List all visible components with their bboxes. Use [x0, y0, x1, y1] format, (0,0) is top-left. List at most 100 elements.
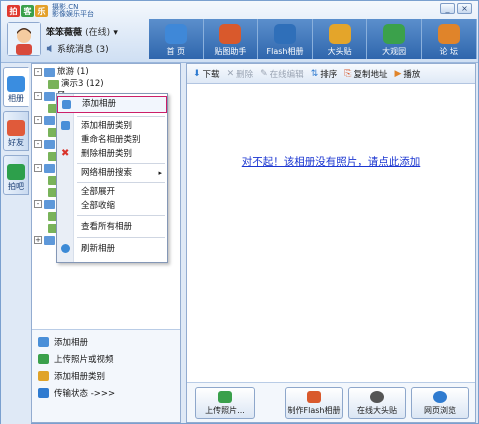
expand-toggle-icon[interactable]: -: [34, 140, 42, 148]
sort-button[interactable]: ⇅ 排序: [311, 68, 338, 80]
folder-icon: [44, 235, 55, 245]
empty-album-link[interactable]: 对不起！该相册没有照片，请点此添加: [187, 154, 475, 169]
nav-forum[interactable]: 论 坛: [421, 19, 477, 59]
download-label: 下载: [202, 69, 220, 80]
flash-icon: [307, 391, 321, 403]
garden-icon: [383, 24, 406, 44]
nav-home-label: 首 页: [166, 47, 186, 56]
copy-address-label: 复制地址: [353, 69, 388, 80]
refresh-icon: [61, 244, 70, 253]
expand-toggle-icon[interactable]: -: [34, 92, 42, 100]
add-album-icon: [62, 100, 71, 109]
menu-add-album-label: 添加相册: [82, 99, 117, 109]
tree-item-label: 旅游 (1): [57, 67, 89, 77]
menu-separator: [77, 182, 165, 183]
x-icon: ✖: [61, 148, 70, 159]
download-button[interactable]: ⬇ 下载: [193, 68, 220, 80]
logo-subtitle: 摄影.CN 影像娱乐平台: [52, 4, 94, 18]
menu-separator: [77, 163, 165, 164]
expand-toggle-icon[interactable]: -: [34, 164, 42, 172]
app-window: 拍 客 乐 摄影.CN 影像娱乐平台 _ × 笨笨薇薇 (在线) ▾ 系统消息 …: [0, 0, 479, 424]
menu-refresh-albums-label: 刷新相册: [81, 244, 116, 254]
submenu-arrow-icon: ▸: [158, 169, 162, 177]
vertical-tabs: 相册 好友 拍吧: [1, 63, 31, 424]
menu-expand-all[interactable]: 全部展开: [57, 185, 167, 199]
logo-char-2: 客: [21, 5, 34, 17]
expand-toggle-icon[interactable]: -: [34, 116, 42, 124]
menu-separator: [77, 237, 165, 238]
upload-photos-button[interactable]: 上传照片...: [195, 387, 255, 419]
tab-album[interactable]: 相册: [3, 67, 29, 107]
transfer-status-label: 传输状态 ->>>: [54, 388, 116, 399]
window-controls: _ ×: [440, 3, 472, 14]
online-edit-button[interactable]: ✎ 在线编辑: [260, 68, 304, 80]
status-dropdown-icon[interactable]: ▾: [113, 28, 118, 38]
web-browse-button[interactable]: 网页浏览: [411, 387, 469, 419]
menu-rename-category[interactable]: 重命名相册类别: [57, 133, 167, 147]
tab-album-label: 相册: [8, 94, 24, 103]
nav-photo-sticker[interactable]: 大头贴: [312, 19, 368, 59]
expand-toggle-icon[interactable]: -: [34, 200, 42, 208]
nav-home[interactable]: 首 页: [149, 19, 204, 59]
folder-icon: [44, 139, 55, 149]
tab-paiba-label: 拍吧: [8, 182, 24, 191]
tree-item-label: 演示3 (12): [61, 79, 104, 89]
tab-friends[interactable]: 好友: [3, 111, 29, 151]
play-button[interactable]: ▶ 播放: [394, 68, 420, 80]
add-category-icon: [61, 121, 70, 130]
user-status: (在线): [85, 28, 111, 38]
tab-paiba[interactable]: 拍吧: [3, 155, 29, 195]
speaker-icon: [46, 44, 52, 53]
nav-image-helper[interactable]: 贴图助手: [203, 19, 259, 59]
add-album-icon: [38, 336, 49, 347]
quick-add-category[interactable]: 添加相册类别: [32, 367, 180, 384]
menu-delete-category-label: 删除相册类别: [81, 149, 133, 159]
nav-photo-sticker-label: 大头贴: [327, 47, 352, 56]
delete-label: 删除: [236, 69, 254, 80]
quick-add-album[interactable]: 添加相册: [32, 333, 180, 350]
menu-online-album-search[interactable]: 网络相册搜索 ▸: [57, 166, 167, 180]
camera-icon: [370, 391, 384, 403]
nav-garden[interactable]: 大观园: [367, 19, 422, 59]
delete-icon: ✕: [226, 68, 235, 79]
copy-icon: ⎘: [344, 68, 352, 79]
user-name-text: 笨笨薇薇: [46, 28, 83, 38]
nav-garden-label: 大观园: [382, 47, 407, 56]
menu-rename-category-label: 重命名相册类别: [81, 135, 141, 145]
close-button[interactable]: ×: [457, 3, 472, 14]
copy-address-button[interactable]: ⎘ 复制地址: [344, 68, 387, 80]
menu-add-category[interactable]: 添加相册类别: [57, 119, 167, 133]
folder-icon: [44, 91, 55, 101]
expand-toggle-icon[interactable]: +: [34, 236, 42, 244]
make-flash-album-label: 制作Flash相册: [287, 406, 341, 415]
menu-add-category-label: 添加相册类别: [81, 121, 133, 131]
transfer-icon: [38, 387, 49, 398]
make-flash-album-button[interactable]: 制作Flash相册: [285, 387, 343, 419]
image-helper-icon: [219, 24, 242, 44]
context-menu: 添加相册 添加相册类别 重命名相册类别 ✖ 删除相册类别 网络相册搜索 ▸ 全部…: [56, 93, 168, 263]
tree-item[interactable]: - 旅游 (1): [34, 66, 180, 78]
system-messages[interactable]: 系统消息 (3): [46, 42, 109, 55]
flash-album-icon: [273, 24, 296, 44]
browser-icon: [433, 391, 447, 403]
tree-item[interactable]: 演示3 (12): [34, 78, 180, 90]
online-photo-sticker-button[interactable]: 在线大头贴: [348, 387, 406, 419]
menu-collapse-all[interactable]: 全部收缩: [57, 199, 167, 213]
upload-icon: [38, 353, 49, 364]
menu-delete-category[interactable]: ✖ 删除相册类别: [57, 147, 167, 161]
delete-button[interactable]: ✕ 删除: [227, 68, 254, 80]
nav-flash-album[interactable]: Flash相册: [258, 19, 313, 59]
expand-toggle-icon[interactable]: -: [34, 68, 42, 76]
quick-upload-media[interactable]: 上传照片或视频: [32, 350, 180, 367]
web-browse-label: 网页浏览: [424, 406, 456, 415]
menu-refresh-albums[interactable]: 刷新相册: [57, 242, 167, 256]
menu-add-album[interactable]: 添加相册: [57, 96, 167, 113]
minimize-button[interactable]: _: [440, 3, 455, 14]
album-icon: [48, 79, 59, 89]
menu-view-all-albums[interactable]: 查看所有相册: [57, 220, 167, 234]
transfer-status[interactable]: 传输状态 ->>>: [32, 384, 180, 401]
home-icon: [164, 24, 187, 44]
avatar[interactable]: [7, 22, 41, 56]
sort-icon: ⇅: [310, 68, 319, 79]
user-name[interactable]: 笨笨薇薇 (在线) ▾: [46, 25, 118, 38]
